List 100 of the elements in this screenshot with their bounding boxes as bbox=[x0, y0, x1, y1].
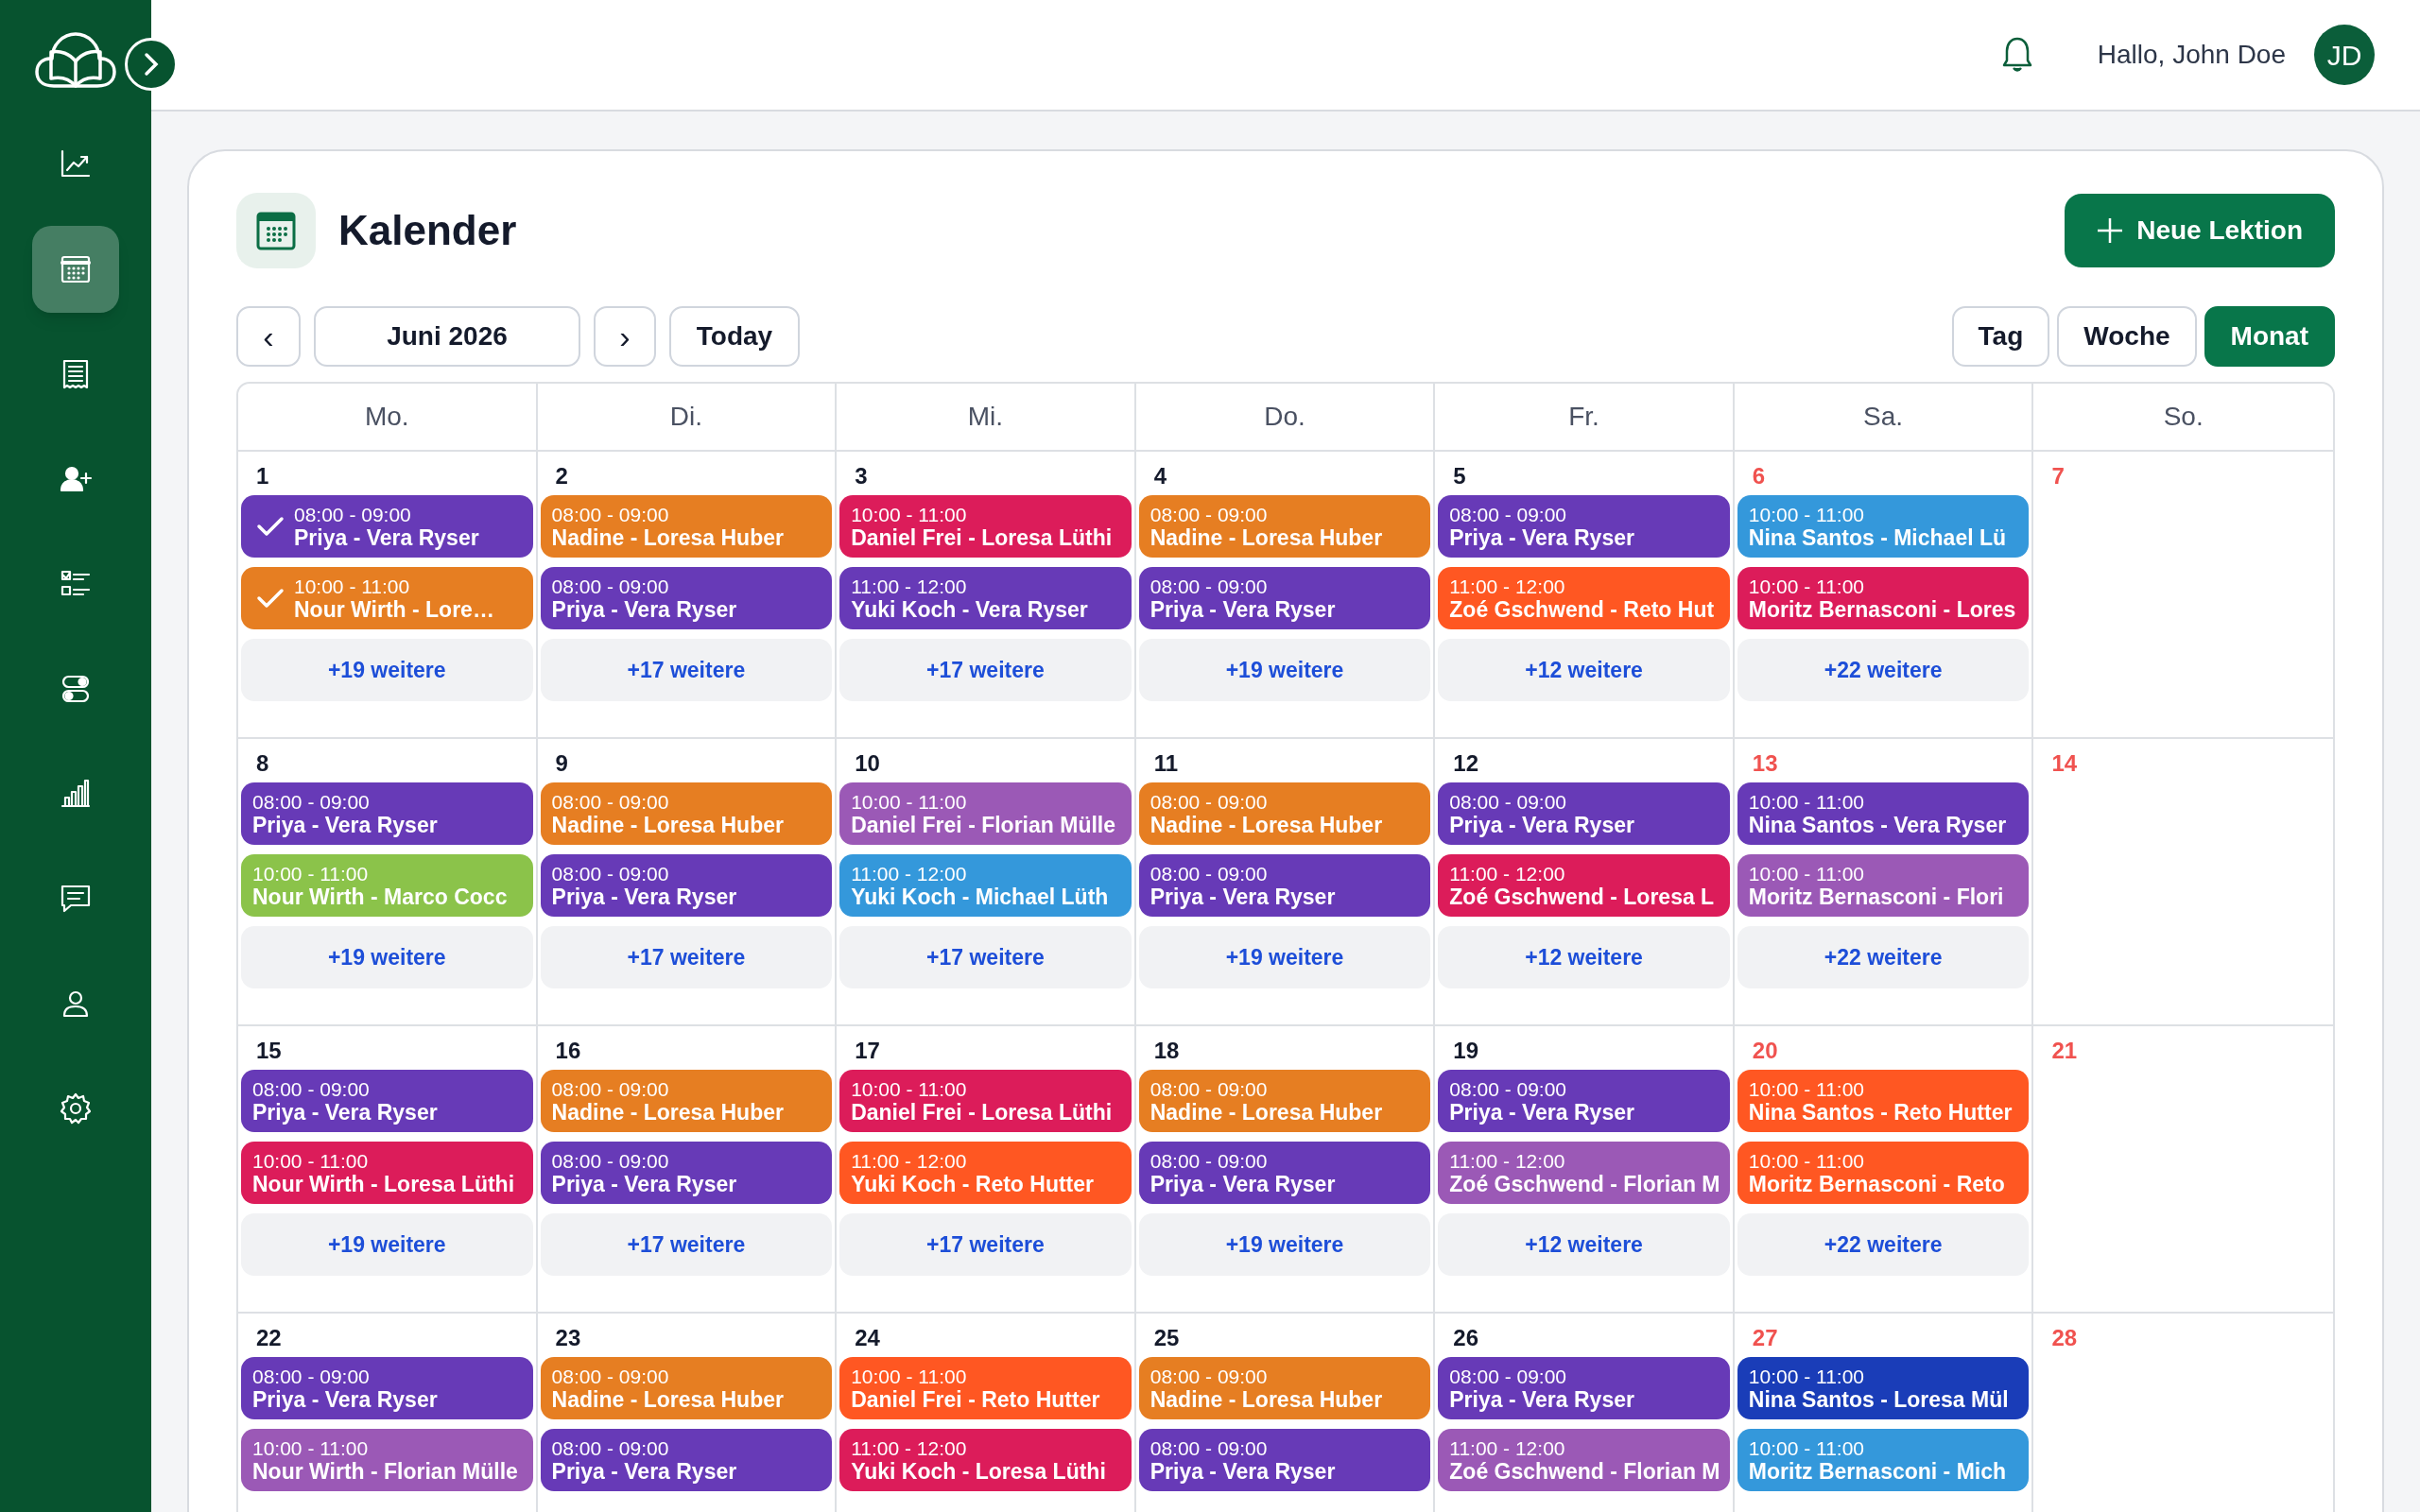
event-title: Yuki Koch - Loresa Lüthi bbox=[851, 1460, 1106, 1483]
event-time: 11:00 - 12:00 bbox=[1449, 863, 1566, 885]
event-chip[interactable]: 08:00 - 09:00 Priya - Vera Ryser bbox=[1438, 782, 1730, 845]
event-chip[interactable]: 08:00 - 09:00 Priya - Vera Ryser bbox=[1138, 567, 1431, 629]
view-tab[interactable]: Monat bbox=[2204, 306, 2335, 367]
month-button[interactable]: Juni 2026 bbox=[314, 306, 580, 367]
event-title: Priya - Vera Ryser bbox=[551, 1460, 737, 1483]
event-chip[interactable]: 11:00 - 12:00 Zoé Gschwend - Loresa L bbox=[1438, 854, 1730, 917]
event-chip[interactable]: 10:00 - 11:00 Nina Santos - Loresa Mül bbox=[1737, 1357, 2030, 1419]
logo-icon bbox=[35, 31, 116, 90]
day-number: 2 bbox=[554, 465, 568, 486]
previous-button[interactable]: ‹ bbox=[236, 306, 301, 367]
view-tab[interactable]: Woche bbox=[2057, 306, 2197, 367]
event-chip[interactable]: 10:00 - 11:00 Nour Wirth - Florian Mülle bbox=[241, 1429, 533, 1491]
event-title: Nour Wirth - Florian Mülle bbox=[252, 1460, 518, 1483]
more-events-button[interactable]: +17 weitere bbox=[839, 639, 1132, 701]
event-chip[interactable]: 08:00 - 09:00 Priya - Vera Ryser bbox=[241, 782, 533, 845]
day-number: 11 bbox=[1152, 752, 1179, 773]
more-events-button[interactable]: +19 weitere bbox=[1138, 1213, 1431, 1276]
event-chip[interactable]: 10:00 - 11:00 Daniel Frei - Loresa Lüthi bbox=[839, 1070, 1132, 1132]
more-events-button[interactable]: +17 weitere bbox=[540, 926, 833, 988]
weekday-header: Di. bbox=[669, 401, 702, 433]
more-events-button[interactable]: +17 weitere bbox=[540, 639, 833, 701]
event-title: Priya - Vera Ryser bbox=[1449, 814, 1634, 836]
event-time: 08:00 - 09:00 bbox=[1150, 504, 1269, 526]
more-events-button[interactable]: +12 weitere bbox=[1438, 1213, 1730, 1276]
event-chip[interactable]: 08:00 - 09:00 Priya - Vera Ryser bbox=[1138, 1429, 1431, 1491]
event-title: Priya - Vera Ryser bbox=[1449, 526, 1634, 549]
event-chip[interactable]: 08:00 - 09:00 Priya - Vera Ryser bbox=[241, 495, 533, 558]
more-events-button[interactable]: +22 weitere bbox=[1737, 926, 2030, 988]
event-title: Priya - Vera Ryser bbox=[1150, 1460, 1336, 1483]
event-chip[interactable]: 10:00 - 11:00 Nour Wirth - Loresa Lüthi bbox=[241, 1142, 533, 1204]
event-time: 08:00 - 09:00 bbox=[551, 863, 670, 885]
event-chip[interactable]: 10:00 - 11:00 Moritz Bernasconi - Flori bbox=[1737, 854, 2030, 917]
event-time: 08:00 - 09:00 bbox=[1150, 1150, 1269, 1173]
event-time: 10:00 - 11:00 bbox=[851, 1366, 968, 1388]
new-lesson-button[interactable]: Neue Lektion bbox=[2065, 194, 2335, 267]
event-chip[interactable]: 08:00 - 09:00 Priya - Vera Ryser bbox=[241, 1070, 533, 1132]
event-chip[interactable]: 08:00 - 09:00 Priya - Vera Ryser bbox=[1438, 1357, 1730, 1419]
event-chip[interactable]: 08:00 - 09:00 Priya - Vera Ryser bbox=[1138, 1142, 1431, 1204]
event-time: 10:00 - 11:00 bbox=[252, 1150, 370, 1173]
event-chip[interactable]: 08:00 - 09:00 Priya - Vera Ryser bbox=[540, 1429, 833, 1491]
event-chip[interactable]: 11:00 - 12:00 Zoé Gschwend - Reto Hut bbox=[1438, 567, 1730, 629]
more-events-button[interactable]: +12 weitere bbox=[1438, 926, 1730, 988]
day-number: 8 bbox=[255, 752, 269, 773]
event-title: Yuki Koch - Vera Ryser bbox=[851, 598, 1088, 621]
event-chip[interactable]: 10:00 - 11:00 Moritz Bernasconi - Mich bbox=[1737, 1429, 2030, 1491]
more-events-button[interactable]: +22 weitere bbox=[1737, 1213, 2030, 1276]
today-button[interactable]: Today bbox=[669, 306, 800, 367]
more-events-button[interactable]: +19 weitere bbox=[241, 1213, 533, 1276]
event-chip[interactable]: 11:00 - 12:00 Zoé Gschwend - Florian M bbox=[1438, 1142, 1730, 1204]
bell-icon[interactable] bbox=[2000, 36, 2033, 74]
sidebar-item[interactable] bbox=[32, 226, 119, 313]
more-events-button[interactable]: +12 weitere bbox=[1438, 639, 1730, 701]
event-time: 11:00 - 12:00 bbox=[851, 576, 968, 598]
more-events-button[interactable]: +19 weitere bbox=[1138, 926, 1431, 988]
event-chip[interactable]: 11:00 - 12:00 Yuki Koch - Reto Hutter bbox=[839, 1142, 1132, 1204]
next-button[interactable]: › bbox=[594, 306, 656, 367]
event-chip[interactable]: 11:00 - 12:00 Yuki Koch - Loresa Lüthi bbox=[839, 1429, 1132, 1491]
event-chip[interactable]: 10:00 - 11:00 Moritz Bernasconi - Lores bbox=[1737, 567, 2030, 629]
event-chip[interactable]: 10:00 - 11:00 Nina Santos - Reto Hutter bbox=[1737, 1070, 2030, 1132]
more-events-button[interactable]: +19 weitere bbox=[241, 926, 533, 988]
more-events-button[interactable]: +17 weitere bbox=[839, 1213, 1132, 1276]
event-title: Nina Santos - Vera Ryser bbox=[1748, 814, 2007, 836]
event-time: 08:00 - 09:00 bbox=[252, 791, 371, 814]
event-chip[interactable]: 08:00 - 09:00 Priya - Vera Ryser bbox=[540, 1142, 833, 1204]
event-chip[interactable]: 08:00 - 09:00 Priya - Vera Ryser bbox=[540, 567, 833, 629]
more-events-button[interactable]: +19 weitere bbox=[1138, 639, 1431, 701]
event-title: Nina Santos - Loresa Mül bbox=[1748, 1388, 2009, 1411]
chevron-right-icon bbox=[143, 52, 160, 77]
event-chip[interactable]: 10:00 - 11:00 Daniel Frei - Reto Hutter bbox=[839, 1357, 1132, 1419]
more-events-button[interactable]: +17 weitere bbox=[839, 926, 1132, 988]
event-time: 10:00 - 11:00 bbox=[1748, 1366, 1866, 1388]
more-events-button[interactable]: +19 weitere bbox=[241, 639, 533, 701]
more-events-button[interactable]: +22 weitere bbox=[1737, 639, 2030, 701]
event-chip[interactable]: 08:00 - 09:00 Priya - Vera Ryser bbox=[1438, 1070, 1730, 1132]
event-chip[interactable]: 10:00 - 11:00 Moritz Bernasconi - Reto bbox=[1737, 1142, 2030, 1204]
event-chip[interactable]: 10:00 - 11:00 Nina Santos - Michael Lü bbox=[1737, 495, 2030, 558]
event-chip[interactable]: 10:00 - 11:00 Daniel Frei - Florian Mülle bbox=[839, 782, 1132, 845]
event-chip[interactable]: 08:00 - 09:00 Priya - Vera Ryser bbox=[540, 854, 833, 917]
event-title: Priya - Vera Ryser bbox=[1150, 885, 1336, 908]
day-number: 12 bbox=[1452, 752, 1478, 773]
event-chip[interactable]: 08:00 - 09:00 Priya - Vera Ryser bbox=[1438, 495, 1730, 558]
event-chip[interactable]: 08:00 - 09:00 Priya - Vera Ryser bbox=[241, 1357, 533, 1419]
event-chip[interactable]: 08:00 - 09:00 Priya - Vera Ryser bbox=[1138, 854, 1431, 917]
event-chip[interactable]: 10:00 - 11:00 Daniel Frei - Loresa Lüthi bbox=[839, 495, 1132, 558]
event-time: 08:00 - 09:00 bbox=[1150, 791, 1269, 814]
more-events-button[interactable]: +17 weitere bbox=[540, 1213, 833, 1276]
view-tab[interactable]: Tag bbox=[1951, 306, 2050, 367]
event-chip[interactable]: 10:00 - 11:00 Nina Santos - Vera Ryser bbox=[1737, 782, 2030, 845]
event-chip[interactable]: 11:00 - 12:00 Yuki Koch - Vera Ryser bbox=[839, 567, 1132, 629]
event-time: 08:00 - 09:00 bbox=[1449, 1366, 1568, 1388]
day-number: 23 bbox=[554, 1327, 581, 1348]
event-title: Priya - Vera Ryser bbox=[252, 1101, 438, 1124]
event-title: Nina Santos - Reto Hutter bbox=[1748, 1101, 2013, 1124]
event-chip[interactable]: 11:00 - 12:00 Yuki Koch - Michael Lüth bbox=[839, 854, 1132, 917]
event-time: 10:00 - 11:00 bbox=[1748, 791, 1866, 814]
user-avatar[interactable]: JD bbox=[2314, 25, 2375, 85]
day-number: 5 bbox=[1452, 465, 1466, 486]
event-chip[interactable]: 11:00 - 12:00 Zoé Gschwend - Florian M bbox=[1438, 1429, 1730, 1491]
